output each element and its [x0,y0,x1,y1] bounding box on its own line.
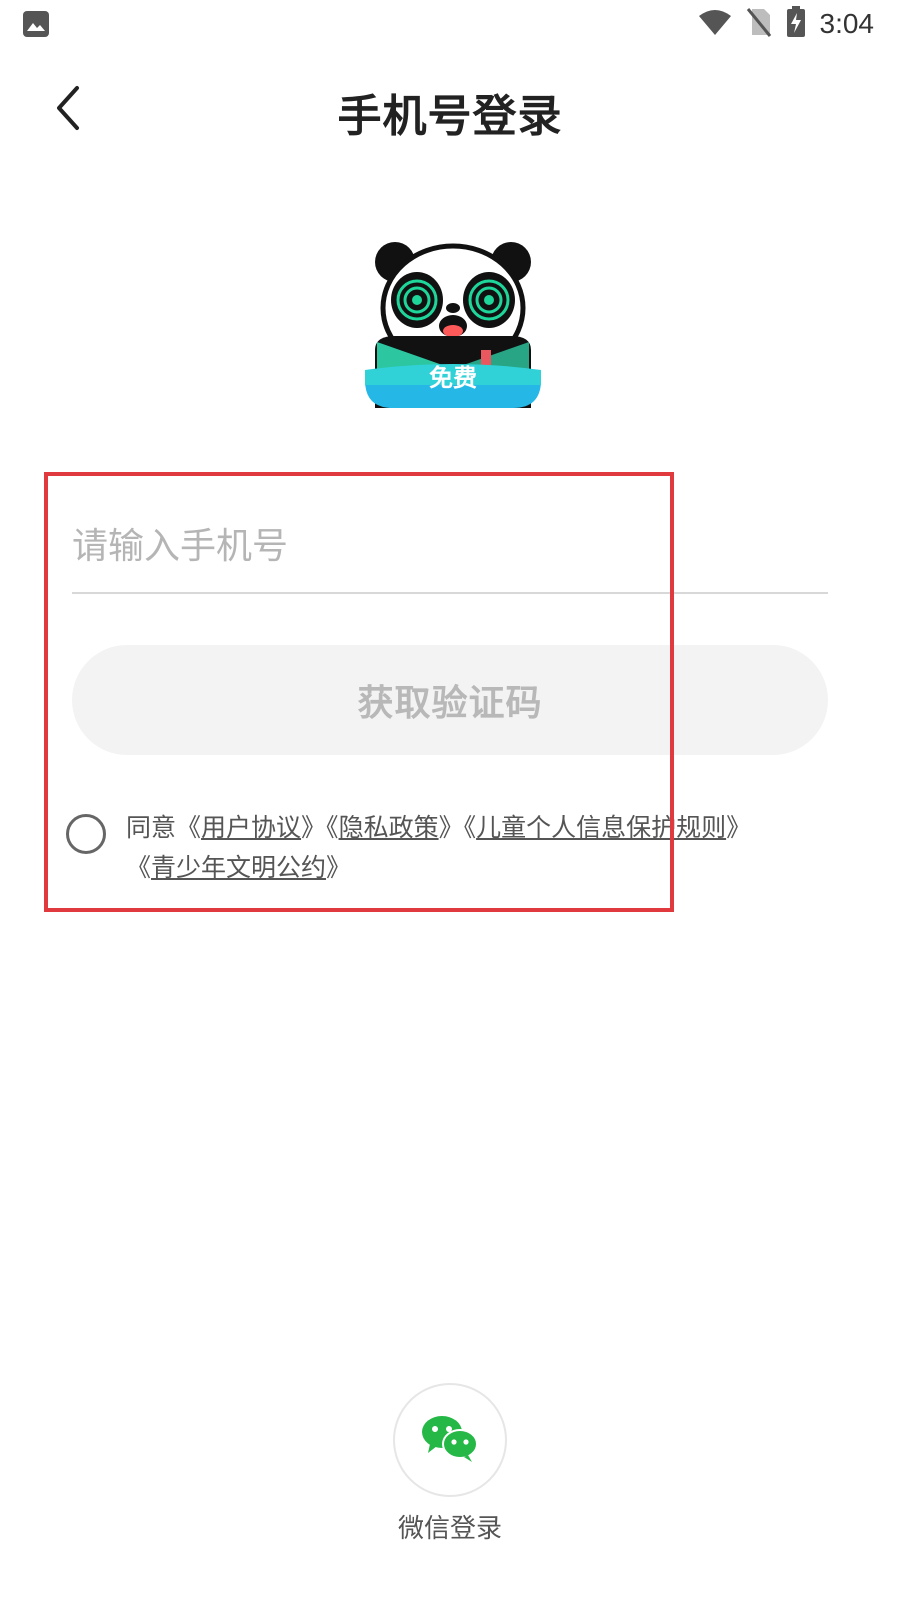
agreement-radio[interactable] [66,814,106,854]
agreement-text: 同意《用户协议》《隐私政策》《儿童个人信息保护规则》 《青少年文明公约》 [126,813,752,882]
wechat-icon [420,1413,480,1467]
gallery-icon [22,10,50,38]
header: 手机号登录 [0,60,900,160]
status-time: 3:04 [819,8,875,39]
agreement-prefix: 同意 [126,813,177,842]
no-sim-icon [746,7,772,41]
wechat-login-label: 微信登录 [397,1514,502,1544]
wifi-icon [698,8,732,40]
status-bar: 3:04 [0,0,900,48]
battery-charging-icon [786,6,806,42]
link-user-agreement[interactable]: 用户协议 [201,813,301,842]
phone-input[interactable] [72,500,828,594]
get-code-button[interactable]: 获取验证码 [72,645,828,755]
wechat-login-button[interactable] [393,1383,507,1497]
logo-badge-text: 免费 [429,364,477,392]
page-title: 手机号登录 [337,91,563,142]
link-youth-convention[interactable]: 青少年文明公约 [151,853,326,882]
link-privacy-policy[interactable]: 隐私政策 [339,813,439,842]
status-icons: 3:04 [698,6,875,42]
link-child-privacy-rules[interactable]: 儿童个人信息保护规则 [476,813,726,842]
